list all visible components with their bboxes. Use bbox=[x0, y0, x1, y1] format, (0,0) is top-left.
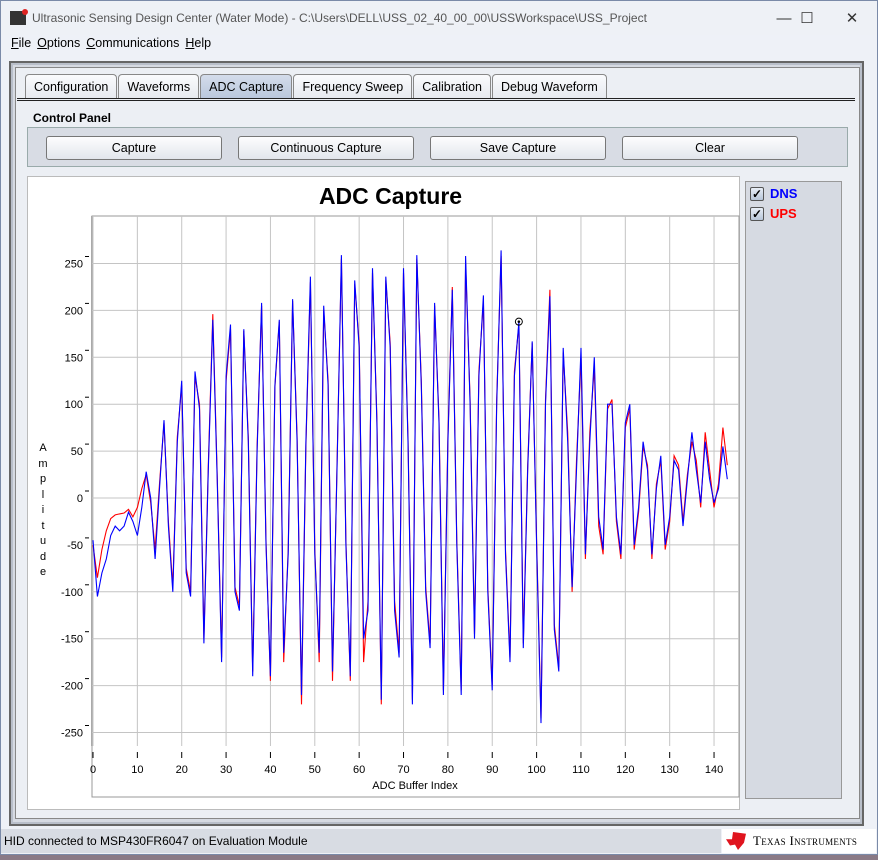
y-tick-label: -250 bbox=[61, 728, 83, 740]
x-tick-label: 140 bbox=[705, 764, 723, 776]
x-tick-label: 40 bbox=[264, 764, 276, 776]
dns-checkbox-icon[interactable]: ✓ bbox=[750, 186, 764, 201]
x-tick-label: 20 bbox=[176, 764, 188, 776]
app-window: Ultrasonic Sensing Design Center (Water … bbox=[0, 0, 878, 855]
x-tick-label: 30 bbox=[220, 764, 232, 776]
y-tick-label: 0 bbox=[77, 493, 83, 505]
y-tick-label: 50 bbox=[71, 446, 83, 458]
x-tick-label: 110 bbox=[572, 764, 590, 776]
x-tick-label: 60 bbox=[353, 764, 365, 776]
plot-area bbox=[91, 215, 740, 798]
y-tick-label: -150 bbox=[61, 634, 83, 646]
ti-logo-icon bbox=[726, 832, 746, 850]
legend-label-ups: UPS bbox=[770, 206, 797, 221]
x-tick-label: 10 bbox=[131, 764, 143, 776]
x-tick-label: 120 bbox=[616, 764, 634, 776]
x-tick-label: 100 bbox=[527, 764, 545, 776]
x-tick-label: 70 bbox=[397, 764, 409, 776]
y-tick-label: -50 bbox=[67, 540, 83, 552]
y-tick-label: 100 bbox=[65, 399, 83, 411]
x-axis-label: ADC Buffer Index bbox=[372, 780, 458, 792]
x-tick-label: 80 bbox=[442, 764, 454, 776]
status-bar: HID connected to MSP430FR6047 on Evaluat… bbox=[1, 829, 721, 853]
y-tick-label: 150 bbox=[65, 352, 83, 364]
x-tick-label: 0 bbox=[90, 764, 96, 776]
ups-checkbox-icon[interactable]: ✓ bbox=[750, 206, 764, 221]
x-tick-label: 130 bbox=[661, 764, 679, 776]
y-tick-label: -100 bbox=[61, 587, 83, 599]
status-text: HID connected to MSP430FR6047 on Evaluat… bbox=[4, 834, 308, 848]
legend-item-dns[interactable]: ✓ DNS bbox=[750, 186, 797, 201]
x-tick-label: 50 bbox=[309, 764, 321, 776]
cursor-marker-dot bbox=[517, 320, 521, 323]
y-tick-label: -200 bbox=[61, 681, 83, 693]
ti-brand-text: Texas Instruments bbox=[753, 833, 858, 848]
legend-item-ups[interactable]: ✓ UPS bbox=[750, 206, 797, 221]
x-tick-label: 90 bbox=[486, 764, 498, 776]
y-tick-label: 200 bbox=[65, 305, 83, 317]
ti-logo: Texas Instruments bbox=[722, 829, 876, 853]
legend-panel: ✓ DNS ✓ UPS bbox=[745, 181, 842, 799]
legend-label-dns: DNS bbox=[770, 186, 798, 201]
y-tick-label: 250 bbox=[65, 259, 83, 271]
